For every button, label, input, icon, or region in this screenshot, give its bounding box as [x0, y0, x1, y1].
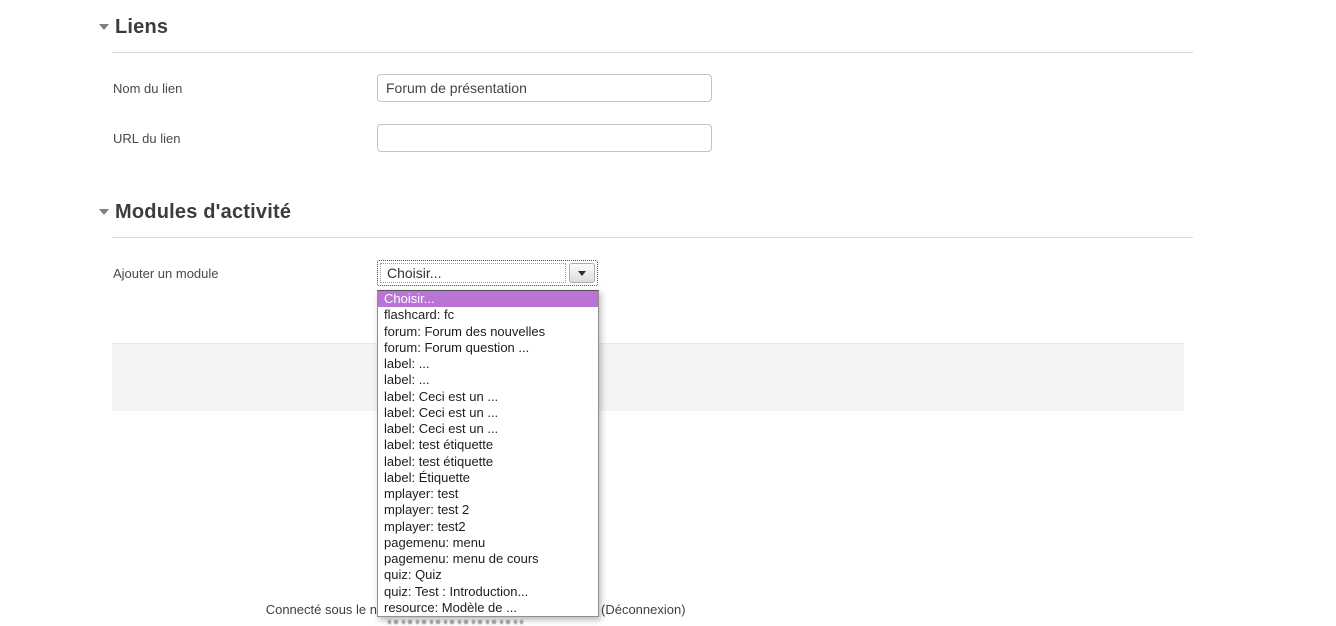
- link-name-input[interactable]: [377, 74, 712, 102]
- dropdown-option[interactable]: label: test étiquette: [378, 454, 598, 470]
- footer-logged-in-text: Connecté sous le n: [0, 602, 377, 617]
- dropdown-option[interactable]: flashcard: fc: [378, 307, 598, 323]
- dropdown-option[interactable]: label: Étiquette: [378, 470, 598, 486]
- dropdown-option[interactable]: resource: Modèle de ...: [378, 600, 598, 616]
- module-select-field: Choisir...: [380, 263, 566, 283]
- dropdown-option[interactable]: label: Ceci est un ...: [378, 421, 598, 437]
- module-select-value: Choisir...: [387, 265, 441, 281]
- section-divider: [112, 237, 1193, 238]
- footer-clipped-text: [388, 620, 523, 624]
- dropdown-option[interactable]: label: Ceci est un ...: [378, 405, 598, 421]
- dropdown-option[interactable]: label: ...: [378, 356, 598, 372]
- dropdown-option[interactable]: pagemenu: menu de cours: [378, 551, 598, 567]
- caret-down-icon: [578, 271, 586, 276]
- logout-link[interactable]: (Déconnexion): [601, 602, 686, 617]
- dropdown-option[interactable]: forum: Forum question ...: [378, 340, 598, 356]
- dropdown-option[interactable]: label: test étiquette: [378, 437, 598, 453]
- dropdown-option[interactable]: mplayer: test2: [378, 519, 598, 535]
- link-url-input[interactable]: [377, 124, 712, 152]
- link-url-label: URL du lien: [113, 131, 180, 146]
- dropdown-option[interactable]: quiz: Quiz: [378, 567, 598, 583]
- section-liens-title: Liens: [115, 16, 168, 39]
- dropdown-option[interactable]: mplayer: test: [378, 486, 598, 502]
- module-select-button[interactable]: [569, 263, 595, 283]
- link-name-label: Nom du lien: [113, 81, 182, 96]
- section-liens-collapse-icon[interactable]: [99, 24, 109, 30]
- empty-section-panel: [112, 343, 1184, 411]
- module-select[interactable]: Choisir...: [377, 260, 598, 286]
- module-dropdown-list: Choisir...flashcard: fcforum: Forum des …: [377, 290, 599, 617]
- dropdown-option[interactable]: label: ...: [378, 372, 598, 388]
- dropdown-option[interactable]: pagemenu: menu: [378, 535, 598, 551]
- dropdown-option[interactable]: mplayer: test 2: [378, 502, 598, 518]
- dropdown-option[interactable]: label: Ceci est un ...: [378, 389, 598, 405]
- add-module-label: Ajouter un module: [113, 266, 219, 281]
- section-divider: [112, 52, 1193, 53]
- dropdown-option[interactable]: forum: Forum des nouvelles: [378, 324, 598, 340]
- dropdown-option[interactable]: quiz: Test : Introduction...: [378, 584, 598, 600]
- dropdown-option[interactable]: Choisir...: [378, 291, 598, 307]
- section-modules-title: Modules d'activité: [115, 201, 291, 224]
- section-modules-collapse-icon[interactable]: [99, 209, 109, 215]
